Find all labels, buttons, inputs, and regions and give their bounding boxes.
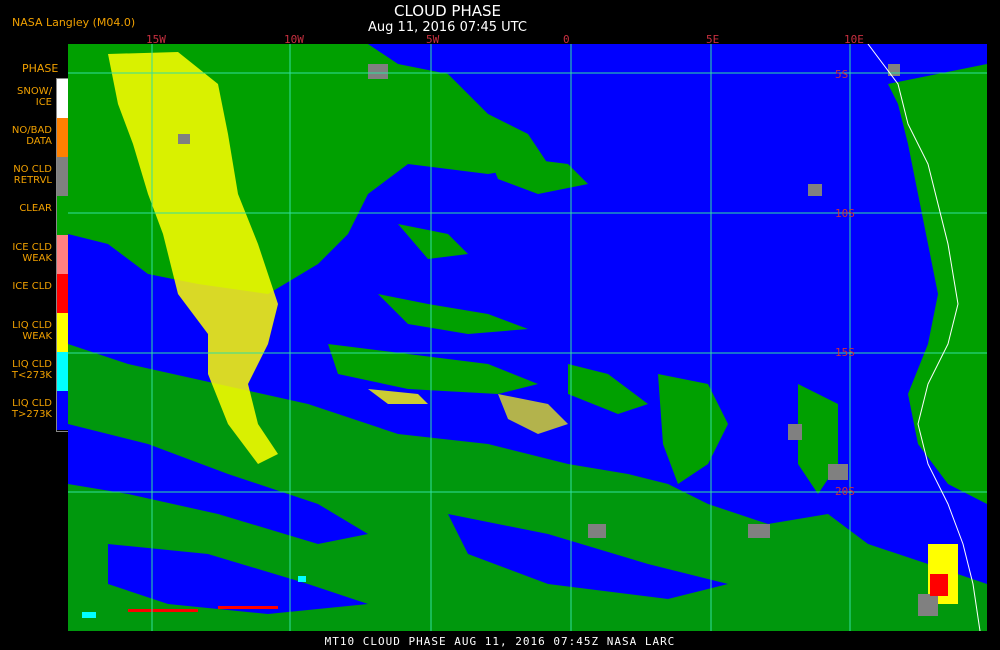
lat-label-20s: 20S	[835, 485, 855, 498]
legend-label: ICE CLD	[12, 281, 52, 292]
legend-label: CLEAR	[19, 203, 52, 214]
legend-label: LIQ CLD T>273K	[11, 398, 52, 420]
legend-label: ICE CLD WEAK	[12, 242, 52, 264]
footer-caption: MT10 CLOUD PHASE AUG 11, 2016 07:45Z NAS…	[324, 635, 676, 648]
cloud-phase-map	[68, 44, 987, 631]
map-title: CLOUD PHASE	[394, 2, 501, 20]
legend-label: NO/BAD DATA	[11, 125, 52, 147]
legend-label: LIQ CLD WEAK	[12, 320, 52, 342]
map-timestamp: Aug 11, 2016 07:45 UTC	[368, 20, 527, 35]
legend-label: NO CLD RETRVL	[13, 164, 52, 186]
lat-label-5s: 5S	[835, 68, 849, 81]
lat-label-10s: 10S	[835, 207, 855, 220]
legend-label: SNOW/ ICE	[17, 86, 52, 108]
lat-label-15s: 15S	[835, 346, 855, 359]
legend-title: PHASE	[22, 62, 59, 75]
legend-labels: SNOW/ ICE NO/BAD DATA NO CLD RETRVL CLEAR IC…	[0, 78, 54, 430]
legend-label: LIQ CLD T<273K	[11, 359, 52, 381]
